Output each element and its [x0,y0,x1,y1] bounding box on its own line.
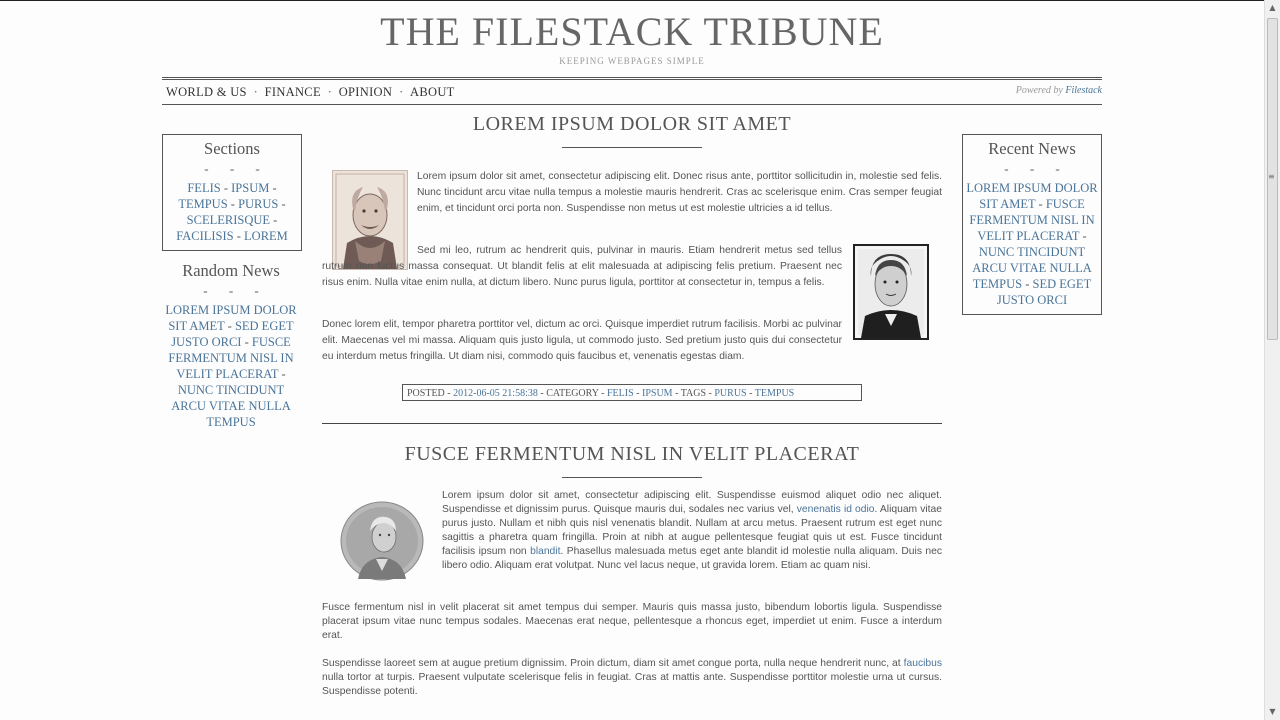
tag-link-tempus[interactable]: TEMPUS [755,388,794,399]
portrait-photo [855,246,927,338]
post-paragraph: Lorem ipsum dolor sit amet, consectetur … [442,490,942,571]
nav-separator: · [327,85,332,99]
random-news-list: LOREM IPSUM DOLOR SIT AMET - SED EGET JU… [165,303,297,429]
section-link-scelerisque[interactable]: SCELERISQUE [187,213,270,227]
inline-link[interactable]: faucibus [904,658,942,669]
post-paragraph: Suspendisse laoreet sem at augue pretium… [322,658,942,697]
random-news-title: Random News [182,261,280,280]
nav-separator: · [399,85,404,99]
page-scrollbar[interactable]: ▲ ≡ ▼ [1264,0,1280,720]
category-label: CATEGORY [546,388,599,399]
random-news-box: Random News - - - LOREM IPSUM DOLOR SIT … [162,257,300,436]
section-link-felis[interactable]: FELIS [187,181,220,195]
category-link-ipsum[interactable]: IPSUM [642,388,673,399]
post-meta-bar: POSTED - 2012-06-05 21:58:38 - CATEGORY … [402,384,862,401]
sections-list: FELIS - IPSUM - TEMPUS - PURUS - SCELERI… [176,181,288,243]
post-paragraph: Donec lorem elit, tempor pharetra portti… [322,319,842,362]
site-subtitle: KEEPING WEBPAGES SIMPLE [559,56,705,66]
nav-item-about[interactable]: ABOUT [410,80,455,104]
recent-news-title: Recent News [988,139,1076,158]
section-link-tempus[interactable]: TEMPUS [178,197,227,211]
scrollbar-grip-icon: ≡ [1268,172,1275,181]
post-title[interactable]: FUSCE FERMENTUM NISL IN VELIT PLACERAT [322,443,942,466]
post-title[interactable]: LOREM IPSUM DOLOR SIT AMET [322,113,942,136]
post-paragraph: Sed mi leo, rutrum ac hendrerit quis, pu… [322,245,842,288]
recent-news-box: Recent News - - - LOREM IPSUM DOLOR SIT … [962,134,1102,315]
recent-news-list: LOREM IPSUM DOLOR SIT AMET - FUSCE FERME… [966,181,1098,307]
section-link-facilisis[interactable]: FACILISIS [176,229,233,243]
nav-separator: · [253,85,258,99]
posted-label: POSTED [407,388,445,399]
sections-dots: - - - [204,161,269,176]
nav-item-opinion[interactable]: OPINION [339,80,393,104]
inline-link[interactable]: blandit [530,546,560,557]
tag-link-purus[interactable]: PURUS [714,388,746,399]
section-link-lorem[interactable]: LOREM [244,229,288,243]
portrait-engraving [340,501,424,581]
powered-by: Powered by Filestack [1016,85,1102,96]
top-border [0,0,1280,1]
site-title[interactable]: THE FILESTACK TRIBUNE [162,10,1102,54]
filestack-link[interactable]: Filestack [1065,85,1102,96]
tags-label: TAGS [680,388,707,399]
main-nav: WORLD & US · FINANCE · OPINION · ABOUT P… [162,77,1102,105]
sections-title: Sections [204,139,260,158]
title-underline [562,147,702,148]
random-news-dots: - - - [203,283,268,298]
section-link-ipsum[interactable]: IPSUM [231,181,269,195]
section-link-purus[interactable]: PURUS [238,197,278,211]
post-portrait-image [853,244,929,340]
post-divider [322,423,942,424]
nav-item-finance[interactable]: FINANCE [265,80,321,104]
powered-by-prefix: Powered by [1015,85,1063,96]
post-paragraph: Fusce fermentum nisl in velit placerat s… [322,602,942,641]
category-link-felis[interactable]: FELIS [607,388,634,399]
scroll-up-arrow-icon[interactable]: ▲ [1265,0,1280,16]
random-news-link[interactable]: NUNC TINCIDUNT ARCU VITAE NULLA TEMPUS [171,383,291,429]
sections-box: Sections - - - FELIS - IPSUM - TEMPUS - … [162,134,302,251]
inline-link[interactable]: venenatis id odio [797,504,875,515]
title-underline [562,477,702,478]
recent-news-dots: - - - [1004,161,1069,176]
post-portrait-image [340,501,424,581]
post-date-link[interactable]: 2012-06-05 21:58:38 [453,388,538,399]
nav-item-world-us[interactable]: WORLD & US [162,80,247,104]
post-paragraph: Lorem ipsum dolor sit amet, consectetur … [417,171,942,214]
scroll-down-arrow-icon[interactable]: ▼ [1265,704,1280,720]
